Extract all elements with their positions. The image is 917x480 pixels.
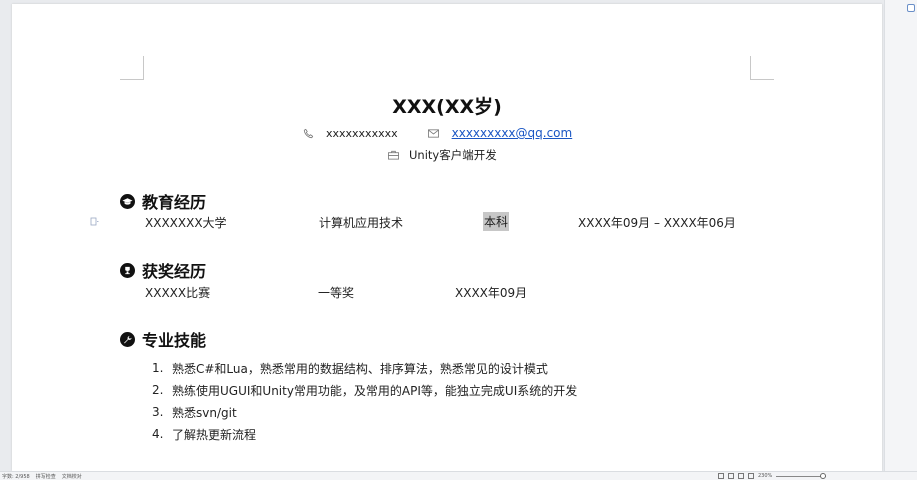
contact-row: xxxxxxxxxxx xxxxxxxxx@qq.com xyxy=(302,125,572,141)
wrench-icon xyxy=(120,331,135,347)
list-item-text: 熟悉C#和Lua，熟悉常用的数据结构、排序算法，熟悉常见的设计模式 xyxy=(172,361,548,376)
job-row: Unity客户端开发 xyxy=(387,147,497,163)
education-heading-text: 教育经历 xyxy=(142,193,207,212)
list-item-number: 4. xyxy=(152,427,164,441)
spellcheck-toggle[interactable]: 拼写检查 xyxy=(36,473,56,480)
margin-corner-top-right xyxy=(750,56,774,80)
right-side-panel xyxy=(884,0,917,471)
list-item-text: 熟悉svn/git xyxy=(172,405,237,420)
list-item-number: 2. xyxy=(152,383,164,397)
doc-check-button[interactable]: 文档校对 xyxy=(62,473,82,480)
list-item-number: 3. xyxy=(152,405,164,419)
view-mode-icon[interactable] xyxy=(718,473,724,479)
phone-number: xxxxxxxxxxx xyxy=(326,126,398,140)
panel-toggle-icon[interactable] xyxy=(907,4,915,12)
document-page: XXX(XX岁) xxxxxxxxxxx xxxxxxxxx@qq.com Un… xyxy=(12,4,882,471)
mail-icon xyxy=(428,127,440,139)
web-view-icon[interactable] xyxy=(738,473,744,479)
list-item: 2. 熟练使用UGUI和Unity常用功能，及常用的API等，能独立完成UI系统的… xyxy=(152,379,577,401)
page-view-icon[interactable] xyxy=(728,473,734,479)
read-view-icon[interactable] xyxy=(748,473,754,479)
education-degree: 本科 xyxy=(483,212,510,231)
list-item-text: 了解热更新流程 xyxy=(172,427,257,442)
resume-name: XXX(XX岁) xyxy=(392,96,502,118)
graduation-cap-icon xyxy=(120,193,135,209)
award-date: XXXX年09月 xyxy=(455,286,528,300)
skills-heading: 专业技能 xyxy=(120,327,206,351)
paragraph-mark-icon xyxy=(90,217,99,226)
margin-corner-top-left xyxy=(120,56,144,80)
status-bar: 字数: 2/958 拼写检查 文档校对 230% xyxy=(0,471,917,480)
zoom-slider-handle[interactable] xyxy=(820,472,827,479)
award-name: XXXXX比赛 xyxy=(145,286,211,300)
job-title: Unity客户端开发 xyxy=(409,148,497,162)
word-count[interactable]: 字数: 2/958 xyxy=(2,473,30,480)
skills-heading-text: 专业技能 xyxy=(142,331,207,350)
education-heading: 教育经历 xyxy=(120,189,206,213)
list-item: 3. 熟悉svn/git xyxy=(152,401,577,423)
email-link[interactable]: xxxxxxxxx@qq.com xyxy=(452,126,573,140)
skills-list: 1. 熟悉C#和Lua，熟悉常用的数据结构、排序算法，熟悉常见的设计模式 2. 熟练… xyxy=(152,357,577,445)
trophy-icon xyxy=(120,262,135,278)
education-period: XXXX年09月 – XXXX年06月 xyxy=(578,216,736,230)
list-item: 4. 了解热更新流程 xyxy=(152,423,577,445)
briefcase-icon xyxy=(387,149,399,161)
phone-icon xyxy=(302,127,314,139)
education-major: 计算机应用技术 xyxy=(319,216,404,230)
zoom-level[interactable]: 230% xyxy=(758,473,772,479)
list-item-number: 1. xyxy=(152,361,164,375)
list-item-text: 熟练使用UGUI和Unity常用功能，及常用的API等，能独立完成UI系统的开发 xyxy=(172,383,578,398)
zoom-slider[interactable] xyxy=(776,472,827,479)
list-item: 1. 熟悉C#和Lua，熟悉常用的数据结构、排序算法，熟悉常见的设计模式 xyxy=(152,357,577,379)
award-level: 一等奖 xyxy=(318,286,355,300)
awards-heading: 获奖经历 xyxy=(120,258,206,282)
education-school: XXXXXXX大学 xyxy=(145,216,227,230)
awards-heading-text: 获奖经历 xyxy=(142,262,207,281)
